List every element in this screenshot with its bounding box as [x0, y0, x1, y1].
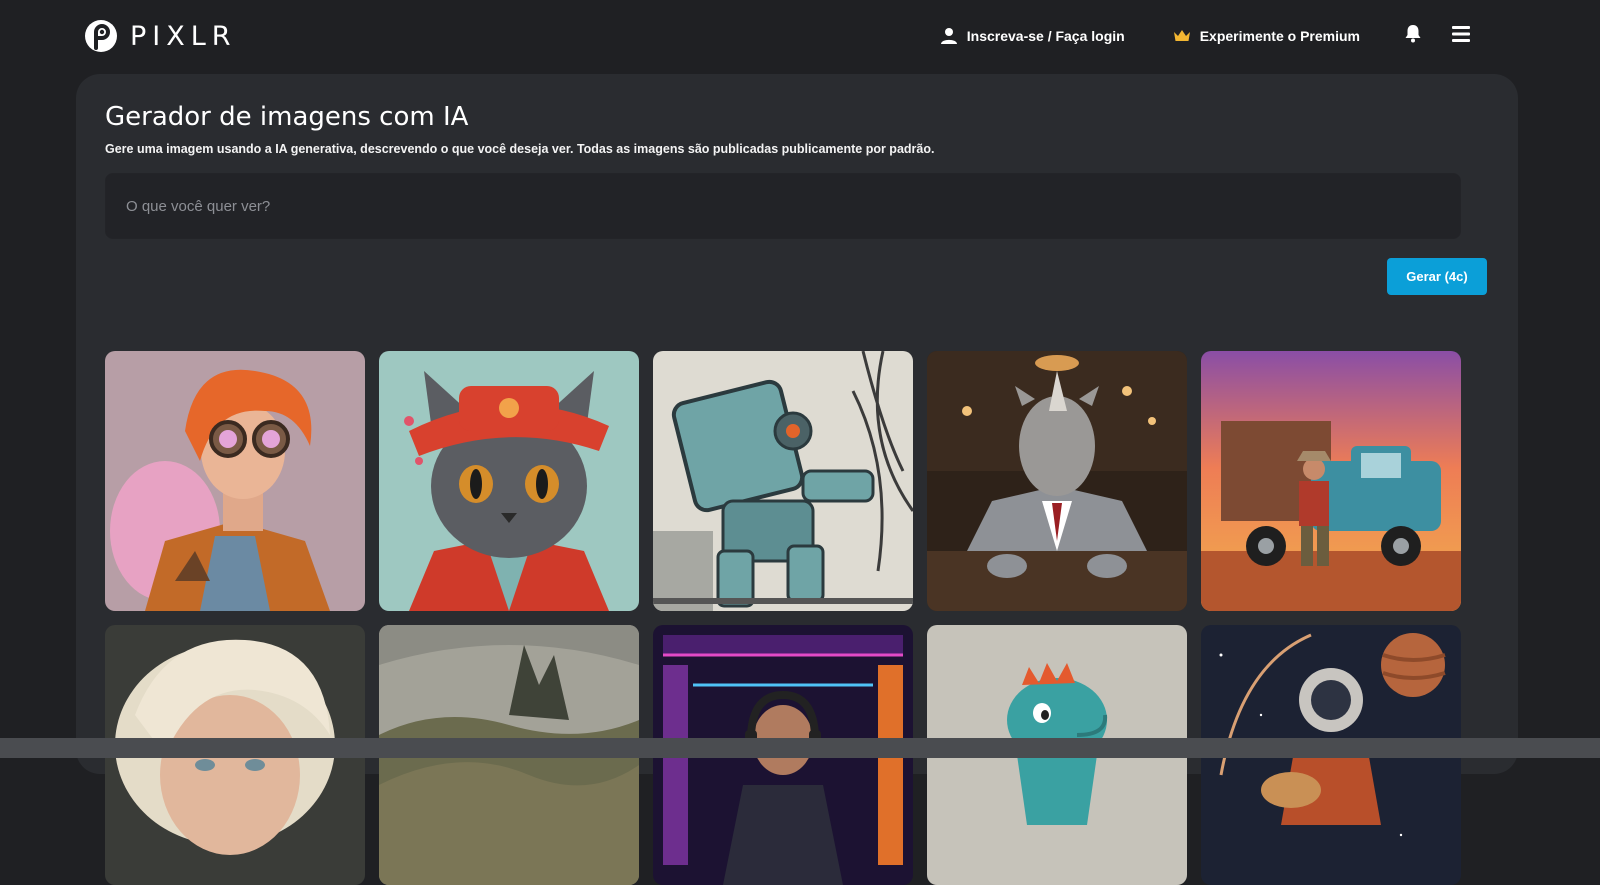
login-signup-label: Inscreva-se / Faça login	[966, 28, 1125, 44]
prompt-input[interactable]	[106, 174, 1460, 238]
gallery-image-rhino-suit[interactable]	[927, 351, 1187, 611]
gallery-image-cat-red-hat[interactable]	[379, 351, 639, 611]
try-premium-label: Experimente o Premium	[1199, 28, 1360, 44]
bell-icon	[1405, 25, 1421, 43]
hamburger-menu-button[interactable]	[1452, 25, 1470, 47]
page-subtitle: Gere uma imagem usando a IA generativa, …	[105, 142, 935, 156]
steampunk-portrait-image	[105, 351, 365, 611]
notifications-button[interactable]	[1404, 24, 1422, 48]
horizontal-scrollbar[interactable]	[0, 738, 1600, 758]
truck-sunset-image	[1201, 351, 1461, 611]
gallery-image-truck-sunset[interactable]	[1201, 351, 1461, 611]
generated-images-gallery	[105, 351, 1461, 885]
prompt-field-container	[105, 173, 1461, 239]
robot-image	[653, 351, 913, 611]
header-actions: Inscreva-se / Faça login Experimente o P…	[940, 22, 1470, 50]
ai-image-generator-panel: Gerador de imagens com IA Gere uma image…	[76, 74, 1518, 885]
try-premium-link[interactable]: Experimente o Premium	[1173, 28, 1360, 44]
menu-icon	[1452, 25, 1470, 42]
page-title: Gerador de imagens com IA	[105, 102, 469, 132]
top-navigation-bar: PIXLR Inscreva-se / Faça login Experimen…	[0, 0, 1600, 72]
brand-name: PIXLR	[130, 20, 237, 52]
pixlr-logo[interactable]: PIXLR	[84, 18, 237, 54]
gallery-image-robot[interactable]	[653, 351, 913, 611]
pixlr-logo-icon	[85, 20, 117, 52]
crown-icon	[1173, 30, 1190, 41]
rhino-suit-image	[927, 351, 1187, 611]
login-signup-link[interactable]: Inscreva-se / Faça login	[940, 27, 1125, 45]
gallery-image-steampunk-portrait[interactable]	[105, 351, 365, 611]
user-icon	[940, 28, 957, 44]
cat-red-hat-image	[379, 351, 639, 611]
generate-button[interactable]: Gerar (4c)	[1387, 258, 1487, 295]
